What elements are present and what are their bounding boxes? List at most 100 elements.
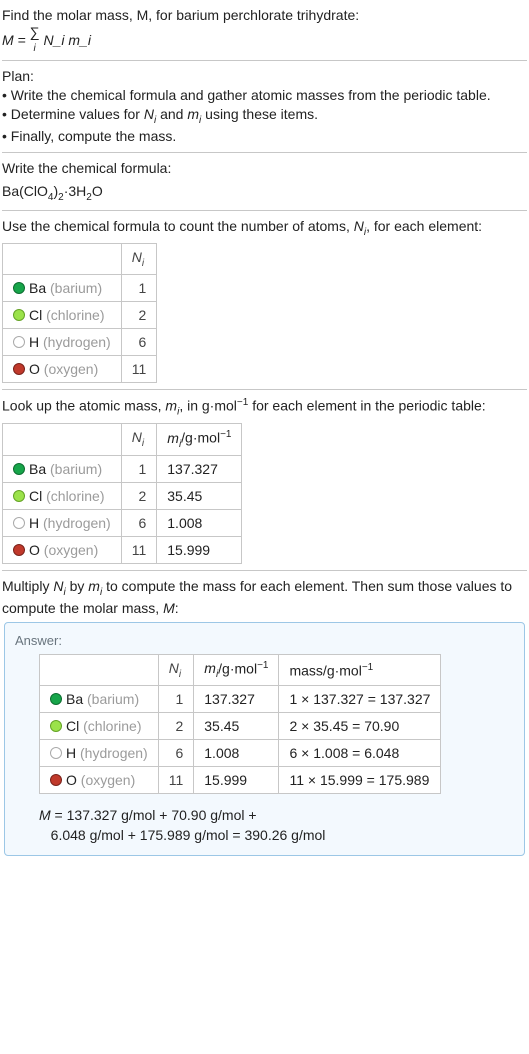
element-name: (chlorine) — [46, 307, 104, 323]
table-row: Ba (barium) 1 137.327 1 × 137.327 = 137.… — [40, 686, 441, 713]
table-row: Cl (chlorine) 2 35.45 — [3, 482, 242, 509]
sum-eq-M: M = — [2, 32, 30, 48]
formula-part: ·3H — [64, 183, 87, 199]
plan-2-c: using these items. — [201, 106, 318, 122]
intro-text: Find the molar mass, M, for barium perch… — [2, 6, 527, 54]
count-N: N — [354, 218, 364, 234]
mult-M: M — [163, 600, 175, 616]
element-symbol: O — [29, 361, 40, 377]
count-text2: , for each element: — [366, 218, 482, 234]
table-row: O (oxygen) 11 15.999 11 × 15.999 = 175.9… — [40, 767, 441, 794]
mass-table: Ni mi/g·mol−1 Ba (barium) 1 137.327 Cl (… — [2, 423, 242, 563]
hdr-mi: mi/g·mol−1 — [194, 654, 279, 685]
element-symbol: Cl — [29, 488, 42, 504]
count-value: 2 — [121, 482, 157, 509]
element-cell-cl: Cl (chlorine) — [3, 482, 122, 509]
hdr-mass-text: mass/g·mol — [289, 662, 361, 678]
element-symbol: O — [29, 542, 40, 558]
element-dot-icon — [13, 517, 25, 529]
element-name: (oxygen) — [44, 361, 98, 377]
write-formula-label: Write the chemical formula: — [2, 159, 527, 178]
plan-label: Plan: — [2, 68, 34, 84]
element-name: (barium) — [87, 691, 139, 707]
element-dot-icon — [13, 490, 25, 502]
chemical-formula: Ba(ClO4)2·3H2O — [2, 182, 527, 204]
table-row: H (hydrogen) 6 — [3, 329, 157, 356]
mass-value: 15.999 — [194, 767, 279, 794]
element-symbol: Ba — [29, 461, 46, 477]
final-eq-2: 6.048 g/mol + 175.989 g/mol = 390.26 g/m… — [51, 827, 326, 843]
plan-block: Plan: • Write the chemical formula and g… — [2, 67, 527, 146]
table-header-row: Ni mi/g·mol−1 — [3, 424, 242, 455]
mult-colon: : — [175, 600, 179, 616]
count-table: Ni Ba (barium) 1 Cl (chlorine) 2 H (hydr… — [2, 243, 157, 383]
count-value: 6 — [121, 509, 157, 536]
mass-value: 1.008 — [157, 509, 242, 536]
lookup-text: Look up the atomic mass, — [2, 398, 165, 414]
count-value: 2 — [121, 302, 157, 329]
hdr-mi: mi/g·mol−1 — [157, 424, 242, 455]
element-symbol: H — [29, 515, 39, 531]
count-value: 11 — [121, 536, 157, 563]
table-header-row: Ni — [3, 244, 157, 275]
hdr-Ni: Ni — [121, 244, 157, 275]
table-row: Ba (barium) 1 — [3, 275, 157, 302]
element-dot-icon — [13, 282, 25, 294]
element-symbol: Cl — [29, 307, 42, 323]
mass-eq-value: 2 × 35.45 = 70.90 — [279, 713, 441, 740]
element-name: (hydrogen) — [43, 334, 111, 350]
blank-header — [40, 654, 159, 685]
count-value: 1 — [121, 455, 157, 482]
table-row: Cl (chlorine) 2 — [3, 302, 157, 329]
element-cell-cl: Cl (chlorine) — [40, 713, 159, 740]
answer-box: Answer: Ni mi/g·mol−1 mass/g·mol−1 Ba (b… — [4, 622, 525, 857]
element-symbol: Ba — [29, 280, 46, 296]
element-name: (chlorine) — [83, 718, 141, 734]
element-name: (barium) — [50, 461, 102, 477]
element-cell-h: H (hydrogen) — [3, 329, 122, 356]
element-name: (oxygen) — [81, 772, 135, 788]
mult-N: N — [53, 578, 63, 594]
mass-value: 137.327 — [157, 455, 242, 482]
blank-header — [3, 424, 122, 455]
divider — [2, 60, 527, 61]
element-dot-icon — [13, 336, 25, 348]
element-symbol: Cl — [66, 718, 79, 734]
sum-terms: N_i m_i — [40, 32, 91, 48]
element-cell-ba: Ba (barium) — [40, 686, 159, 713]
plan-item-3: • Finally, compute the mass. — [2, 128, 176, 144]
mass-eq-value: 11 × 15.999 = 175.989 — [279, 767, 441, 794]
mult-m: m — [88, 578, 100, 594]
element-symbol: H — [29, 334, 39, 350]
element-symbol: H — [66, 745, 76, 761]
answer-label: Answer: — [15, 633, 514, 648]
element-cell-o: O (oxygen) — [3, 536, 122, 563]
hdr-mass: mass/g·mol−1 — [279, 654, 441, 685]
count-value: 1 — [158, 686, 194, 713]
element-dot-icon — [50, 693, 62, 705]
sum-sigma: ∑i — [30, 25, 40, 54]
divider — [2, 152, 527, 153]
element-dot-icon — [50, 774, 62, 786]
element-dot-icon — [13, 309, 25, 321]
blank-header — [3, 244, 122, 275]
mult-t0: Multiply — [2, 578, 53, 594]
mi-sup: −1 — [220, 429, 231, 440]
table-row: Cl (chlorine) 2 35.45 2 × 35.45 = 70.90 — [40, 713, 441, 740]
element-name: (chlorine) — [46, 488, 104, 504]
sigma-index: i — [34, 43, 36, 54]
element-symbol: O — [66, 772, 77, 788]
hdr-Ni: Ni — [158, 654, 194, 685]
element-cell-o: O (oxygen) — [40, 767, 159, 794]
mass-eq-value: 1 × 137.327 = 137.327 — [279, 686, 441, 713]
formula-part: Ba(ClO — [2, 183, 48, 199]
mass-value: 137.327 — [194, 686, 279, 713]
count-value: 6 — [158, 740, 194, 767]
count-value: 1 — [121, 275, 157, 302]
intro-line: Find the molar mass, M, for barium perch… — [2, 7, 359, 23]
element-name: (oxygen) — [44, 542, 98, 558]
element-cell-cl: Cl (chlorine) — [3, 302, 122, 329]
count-value: 6 — [121, 329, 157, 356]
table-row: O (oxygen) 11 15.999 — [3, 536, 242, 563]
mass-sup: −1 — [362, 662, 373, 673]
